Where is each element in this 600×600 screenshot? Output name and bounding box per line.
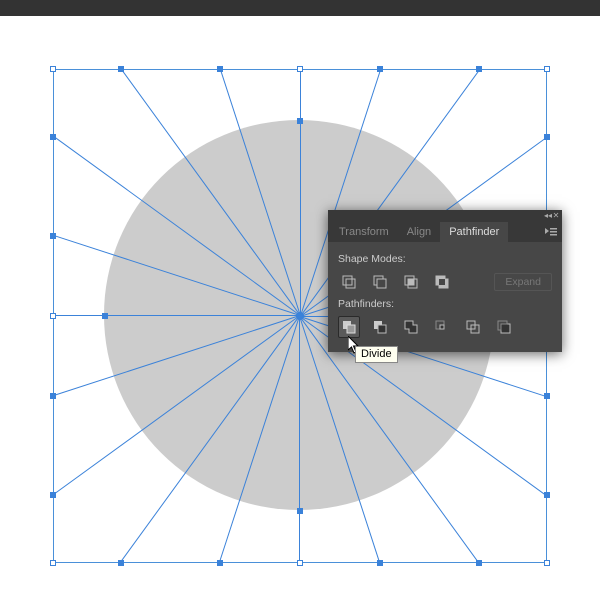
expand-button[interactable]: Expand: [494, 273, 552, 291]
bbox-handle[interactable]: [50, 66, 56, 72]
unite-button[interactable]: [338, 271, 360, 293]
anchor-handle[interactable]: [476, 560, 482, 566]
anchor-handle[interactable]: [118, 560, 124, 566]
circle-handle[interactable]: [297, 118, 303, 124]
anchor-handle[interactable]: [377, 560, 383, 566]
circle-handle[interactable]: [102, 313, 108, 319]
anchor-handle[interactable]: [217, 560, 223, 566]
anchor-handle[interactable]: [217, 66, 223, 72]
anchor-handle[interactable]: [544, 393, 550, 399]
merge-button[interactable]: [400, 316, 422, 338]
tab-pathfinder[interactable]: Pathfinder: [440, 222, 508, 242]
anchor-handle[interactable]: [544, 492, 550, 498]
anchor-handle[interactable]: [476, 66, 482, 72]
anchor-handle[interactable]: [50, 134, 56, 140]
divide-button[interactable]: [338, 316, 360, 338]
outline-button[interactable]: [462, 316, 484, 338]
minus-front-button[interactable]: [369, 271, 391, 293]
bbox-handle[interactable]: [544, 560, 550, 566]
anchor-handle[interactable]: [544, 134, 550, 140]
bbox-handle[interactable]: [50, 560, 56, 566]
bbox-handle[interactable]: [297, 66, 303, 72]
minus-back-button[interactable]: [493, 316, 515, 338]
shape-modes-label: Shape Modes:: [338, 253, 552, 265]
pathfinders-label: Pathfinders:: [338, 298, 552, 310]
panel-tabs: Transform Align Pathfinder: [328, 220, 562, 242]
anchor-handle[interactable]: [377, 66, 383, 72]
app-chrome-bar: [0, 0, 600, 16]
tab-align[interactable]: Align: [398, 222, 440, 242]
anchor-handle[interactable]: [118, 66, 124, 72]
crop-button[interactable]: [431, 316, 453, 338]
center-anchor[interactable]: [296, 312, 304, 320]
panel-collapse-icon[interactable]: ◂◂: [544, 211, 552, 220]
circle-handle[interactable]: [297, 508, 303, 514]
pathfinders-row: [338, 316, 552, 338]
tooltip: Divide: [355, 346, 398, 363]
bbox-handle[interactable]: [544, 66, 550, 72]
panel-body: Shape Modes: Expand Pathfinders:: [328, 242, 562, 352]
exclude-button[interactable]: [431, 271, 453, 293]
pathfinder-panel[interactable]: ◂◂ ✕ Transform Align Pathfinder Shape Mo…: [328, 210, 562, 352]
anchor-handle[interactable]: [50, 492, 56, 498]
panel-close-icon[interactable]: ✕: [552, 211, 560, 220]
anchor-handle[interactable]: [50, 233, 56, 239]
panel-titlebar[interactable]: ◂◂ ✕: [328, 210, 562, 220]
tab-transform[interactable]: Transform: [330, 222, 398, 242]
anchor-handle[interactable]: [50, 393, 56, 399]
bbox-handle[interactable]: [297, 560, 303, 566]
artboard[interactable]: ◂◂ ✕ Transform Align Pathfinder Shape Mo…: [0, 16, 600, 600]
intersect-button[interactable]: [400, 271, 422, 293]
trim-button[interactable]: [369, 316, 391, 338]
panel-menu-icon[interactable]: [542, 224, 560, 242]
bbox-handle[interactable]: [50, 313, 56, 319]
shape-modes-row: Expand: [338, 271, 552, 293]
